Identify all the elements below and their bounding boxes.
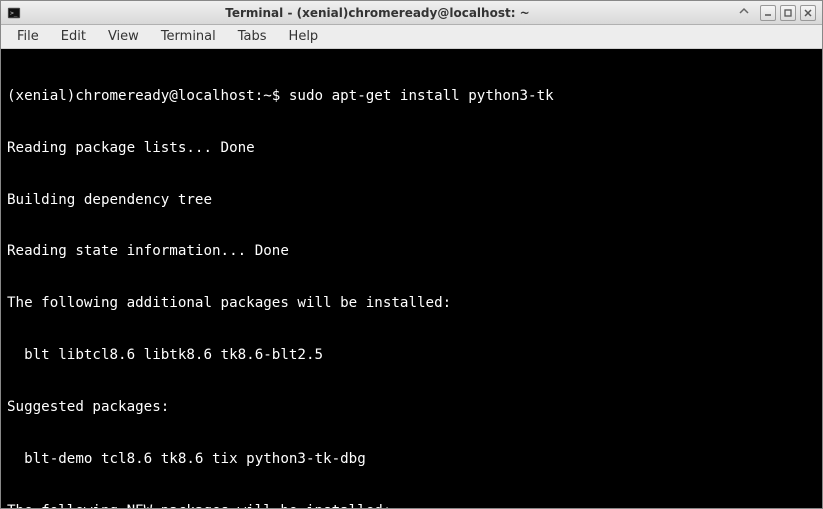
app-window: >_ Terminal - (xenial)chromeready@localh…: [0, 0, 823, 509]
terminal-line: blt libtcl8.6 libtk8.6 tk8.6-blt2.5: [7, 347, 816, 364]
maximize-button[interactable]: [780, 5, 796, 21]
menu-file[interactable]: File: [7, 27, 49, 46]
terminal-line: blt-demo tcl8.6 tk8.6 tix python3-tk-dbg: [7, 451, 816, 468]
terminal-line: Building dependency tree: [7, 192, 816, 209]
terminal-line: The following NEW packages will be insta…: [7, 503, 816, 508]
terminal-line: Suggested packages:: [7, 399, 816, 416]
terminal-line: Reading package lists... Done: [7, 140, 816, 157]
titlebar[interactable]: >_ Terminal - (xenial)chromeready@localh…: [1, 1, 822, 25]
terminal-output[interactable]: (xenial)chromeready@localhost:~$ sudo ap…: [1, 49, 822, 508]
svg-text:>_: >_: [10, 10, 18, 17]
menu-help[interactable]: Help: [279, 27, 329, 46]
close-button[interactable]: [800, 5, 816, 21]
menu-view[interactable]: View: [98, 27, 149, 46]
menu-terminal[interactable]: Terminal: [151, 27, 226, 46]
terminal-app-icon: >_: [7, 6, 21, 20]
rollup-button[interactable]: [734, 5, 754, 20]
terminal-line: Reading state information... Done: [7, 243, 816, 260]
window-controls: [760, 5, 816, 21]
menu-tabs[interactable]: Tabs: [228, 27, 277, 46]
terminal-line: The following additional packages will b…: [7, 295, 816, 312]
menu-edit[interactable]: Edit: [51, 27, 96, 46]
window-title: Terminal - (xenial)chromeready@localhost…: [27, 6, 728, 20]
menubar: File Edit View Terminal Tabs Help: [1, 25, 822, 49]
minimize-button[interactable]: [760, 5, 776, 21]
terminal-line: (xenial)chromeready@localhost:~$ sudo ap…: [7, 88, 816, 105]
